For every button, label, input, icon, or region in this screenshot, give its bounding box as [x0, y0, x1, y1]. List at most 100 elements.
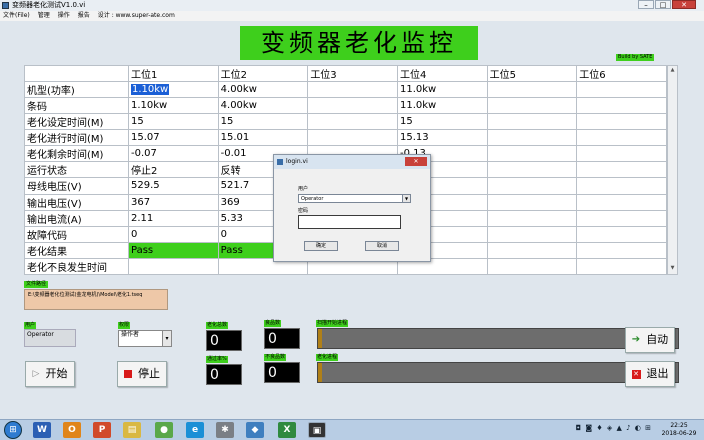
user-select[interactable]: Operator ▼	[298, 194, 411, 203]
folder-icon[interactable]: ▤	[123, 422, 141, 438]
cancel-button[interactable]: 取消	[365, 241, 399, 251]
table-cell[interactable]	[576, 161, 667, 179]
menu-bar: 文件(File) 管理 操作 报告 设计 : www.super-ate.com	[0, 11, 704, 21]
table-cell[interactable]: 15.07	[128, 129, 219, 147]
table-cell[interactable]: 停止2	[128, 161, 219, 179]
tools-icon[interactable]: ✱	[216, 422, 234, 438]
table-cell[interactable]	[486, 257, 578, 276]
minimize-button[interactable]: –	[638, 0, 654, 9]
table-cell[interactable]: Pass	[128, 241, 219, 259]
scroll-down-arrow-icon[interactable]: ▼	[669, 265, 676, 273]
table-cell[interactable]: 367	[128, 193, 219, 211]
table-cell[interactable]: 15	[396, 113, 488, 131]
table-cell[interactable]: 15.13	[396, 129, 488, 147]
table-cell[interactable]	[486, 225, 578, 243]
table-cell[interactable]	[576, 209, 667, 227]
close-box-icon: ✕	[631, 369, 641, 379]
table-cell[interactable]: 4.00kw	[217, 97, 309, 115]
table-cell[interactable]: -0.07	[128, 145, 219, 163]
table-cell[interactable]	[576, 177, 667, 195]
row-header: 机型(功率)	[24, 81, 129, 99]
table-cell[interactable]	[307, 113, 398, 131]
table-cell[interactable]	[307, 81, 398, 99]
table-cell[interactable]	[486, 97, 578, 115]
table-cell[interactable]	[576, 97, 667, 115]
table-cell[interactable]: 4.00kw	[217, 81, 309, 99]
menu-report[interactable]: 报告	[78, 11, 90, 21]
excel-icon[interactable]: X	[278, 422, 296, 438]
table-scrollbar[interactable]: ▲ ▼	[667, 65, 678, 275]
table-cell[interactable]	[486, 145, 578, 163]
table-cell[interactable]: 1.10kw	[128, 97, 219, 115]
table-cell[interactable]	[576, 241, 667, 259]
menu-operate[interactable]: 操作	[58, 11, 70, 21]
table-cell[interactable]: 11.0kw	[396, 81, 488, 99]
browser-icon[interactable]: e	[186, 422, 204, 438]
ok-button[interactable]: 确定	[304, 241, 338, 251]
table-cell[interactable]	[486, 193, 578, 211]
exit-button[interactable]: ✕ 退出	[625, 361, 675, 387]
column-header	[24, 64, 129, 83]
table-cell[interactable]: 15.01	[217, 129, 309, 147]
table-cell[interactable]	[486, 113, 578, 131]
permission-select[interactable]: 操作者 ▾	[118, 330, 172, 347]
start-button[interactable]: ▷ 开始	[25, 361, 75, 387]
menu-file[interactable]: 文件(File)	[3, 11, 30, 21]
clock[interactable]: 22:25 2018-06-29	[658, 422, 700, 438]
maximize-button[interactable]: □	[655, 0, 671, 9]
scan-progress-label: 扫描开始进程	[316, 320, 349, 327]
arrow-right-icon: ➔	[631, 334, 641, 345]
chat-icon[interactable]: ●	[155, 422, 173, 438]
user-display: Operator	[24, 329, 76, 347]
powerpoint-icon[interactable]: P	[93, 422, 111, 438]
table-cell[interactable]	[486, 241, 578, 259]
menu-manage[interactable]: 管理	[38, 11, 50, 21]
chevron-down-icon[interactable]: ▾	[162, 331, 171, 346]
table-cell[interactable]	[486, 129, 578, 147]
table-cell[interactable]	[486, 209, 578, 227]
table-cell[interactable]	[576, 257, 667, 276]
exit-button-label: 退出	[646, 367, 669, 380]
table-cell[interactable]	[486, 161, 578, 179]
table-cell[interactable]: 1.10kw	[128, 81, 219, 99]
scroll-up-arrow-icon[interactable]: ▲	[669, 67, 676, 75]
dialog-close-button[interactable]: ✕	[405, 157, 427, 166]
app-icon[interactable]: ◆	[246, 422, 264, 438]
table-cell[interactable]	[576, 113, 667, 131]
table-cell[interactable]: 15	[128, 113, 219, 131]
auto-button[interactable]: ➔ 自动	[625, 327, 675, 353]
table-cell[interactable]	[576, 193, 667, 211]
table-cell[interactable]	[576, 225, 667, 243]
table-cell[interactable]	[486, 81, 578, 99]
table-cell[interactable]: 15	[217, 113, 309, 131]
bad-count-display: 0	[264, 362, 300, 383]
menu-design-credit: 设计 : www.super-ate.com	[97, 12, 175, 19]
stop-button-label: 停止	[138, 367, 160, 380]
row-header: 故障代码	[24, 225, 129, 243]
word-icon[interactable]: W	[33, 422, 51, 438]
windows-start-icon[interactable]: ⊞	[4, 421, 22, 439]
table-cell[interactable]	[486, 177, 578, 195]
chevron-down-icon[interactable]: ▼	[402, 195, 410, 202]
system-tray[interactable]: ◘ ◙ ♦ ◈ ▲ ♪ ◐ ⊞	[576, 424, 652, 432]
column-header: 工位1	[128, 64, 219, 83]
table-cell[interactable]	[576, 129, 667, 147]
bad-count-label: 不良品数	[264, 354, 287, 361]
password-field[interactable]	[298, 215, 401, 229]
table-cell[interactable]	[576, 145, 667, 163]
close-window-button[interactable]: ✕	[672, 0, 696, 9]
outlook-icon[interactable]: O	[63, 422, 81, 438]
filepath-field[interactable]: E:\变频器老化位测试(金龙电机)\Model\老化1.tseq	[24, 289, 168, 310]
stop-button[interactable]: 停止	[117, 361, 167, 387]
table-cell[interactable]: 529.5	[128, 177, 219, 195]
labview-icon[interactable]: ▣	[308, 422, 326, 438]
row-header: 运行状态	[24, 161, 129, 179]
table-cell[interactable]: 0	[128, 225, 219, 243]
table-cell[interactable]: 2.11	[128, 209, 219, 227]
table-cell[interactable]	[307, 129, 398, 147]
table-cell[interactable]: 11.0kw	[396, 97, 488, 115]
table-cell[interactable]	[576, 81, 667, 99]
table-cell[interactable]	[307, 97, 398, 115]
user-label: 用户	[24, 322, 37, 329]
table-cell[interactable]	[128, 257, 219, 276]
